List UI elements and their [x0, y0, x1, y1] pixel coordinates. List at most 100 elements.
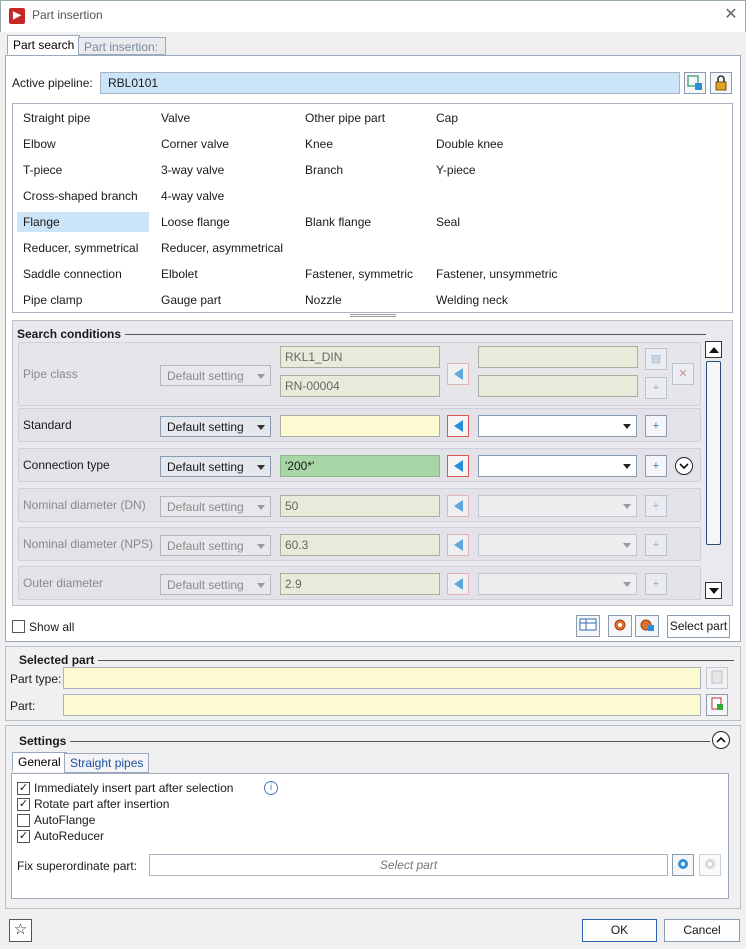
transfer-arrow-button[interactable] — [447, 363, 469, 385]
category-item[interactable]: Loose flange — [155, 212, 236, 232]
mode-dropdown[interactable]: Default setting — [160, 496, 271, 517]
condition-value-field[interactable]: 50 — [280, 495, 440, 517]
category-item[interactable]: Welding neck — [430, 290, 514, 310]
add-condition-icon[interactable]: + — [645, 455, 667, 477]
mode-dropdown-label: Default setting — [167, 369, 244, 383]
setting-checkbox[interactable]: ✓ — [17, 782, 30, 795]
condition-value-field[interactable]: 2.9 — [280, 573, 440, 595]
category-item[interactable]: Branch — [299, 160, 349, 180]
category-item[interactable]: Reducer, symmetrical — [17, 238, 144, 258]
add-condition-icon[interactable]: + — [645, 415, 667, 437]
pick-part-icon[interactable] — [672, 854, 694, 876]
category-item[interactable]: Flange — [17, 212, 149, 232]
splitter-handle[interactable] — [350, 314, 396, 317]
category-item[interactable]: Seal — [430, 212, 466, 232]
tab-straight-pipes[interactable]: Straight pipes — [64, 753, 150, 773]
mode-dropdown[interactable]: Default setting — [160, 365, 271, 386]
category-item[interactable]: Cross-shaped branch — [17, 186, 144, 206]
collapse-icon[interactable] — [712, 731, 730, 749]
category-item[interactable]: Fastener, unsymmetric — [430, 264, 563, 284]
setting-checkbox[interactable]: ✓ — [17, 798, 30, 811]
category-item[interactable]: Elbow — [17, 134, 62, 154]
part-type-browse-icon[interactable] — [706, 667, 728, 689]
category-item[interactable]: 3-way valve — [155, 160, 230, 180]
category-list: Straight pipe Valve Other pipe part Cap Elbo… — [12, 103, 733, 313]
mode-dropdown[interactable]: Default setting — [160, 535, 271, 556]
table-view-icon[interactable] — [576, 615, 600, 637]
scroll-thumb[interactable] — [706, 361, 721, 545]
add-condition-icon[interactable]: + — [645, 534, 667, 556]
setting-checkbox[interactable]: ✓ — [17, 830, 30, 843]
condition-select[interactable] — [478, 495, 637, 517]
expand-icon[interactable] — [675, 457, 693, 475]
favorite-star-icon[interactable]: ☆ — [9, 919, 32, 942]
category-item[interactable]: Blank flange — [299, 212, 377, 232]
tab-general[interactable]: General — [12, 752, 67, 772]
lock-icon[interactable] — [710, 72, 732, 94]
active-pipeline-field[interactable]: RBL0101 — [100, 72, 680, 94]
category-item[interactable]: Straight pipe — [17, 108, 96, 128]
delete-icon[interactable]: ✕ — [672, 363, 694, 385]
part-filter-icon[interactable] — [635, 615, 659, 637]
select-part-button[interactable]: Select part — [667, 615, 730, 638]
pipeline-add-icon[interactable] — [684, 72, 706, 94]
condition-select[interactable] — [478, 534, 637, 556]
condition-select[interactable] — [478, 455, 637, 477]
transfer-arrow-button[interactable] — [447, 495, 469, 517]
part-settings-icon[interactable] — [608, 615, 632, 637]
search-row-label: Pipe class — [23, 367, 78, 381]
mode-dropdown[interactable]: Default setting — [160, 416, 271, 437]
chevron-down-icon — [623, 424, 631, 429]
clear-part-icon[interactable] — [699, 854, 721, 876]
add-condition-icon[interactable]: + — [645, 377, 667, 399]
category-item[interactable]: Other pipe part — [299, 108, 391, 128]
transfer-arrow-button[interactable] — [447, 573, 469, 595]
category-item[interactable]: Y-piece — [430, 160, 482, 180]
category-item[interactable]: Gauge part — [155, 290, 227, 310]
category-item[interactable]: Corner valve — [155, 134, 235, 154]
show-all-label: Show all — [29, 620, 75, 634]
category-item[interactable]: Elbolet — [155, 264, 204, 284]
category-item[interactable]: Cap — [430, 108, 464, 128]
mode-dropdown[interactable]: Default setting — [160, 574, 271, 595]
ok-button[interactable]: OK — [582, 919, 657, 942]
cancel-button[interactable]: Cancel — [664, 919, 740, 942]
show-all-checkbox[interactable] — [12, 620, 25, 633]
tab-part-insertion[interactable]: Part insertion: — [78, 37, 166, 55]
document-icon[interactable]: ▤ — [645, 348, 667, 370]
category-item[interactable]: Double knee — [430, 134, 509, 154]
category-item[interactable]: Fastener, symmetric — [299, 264, 419, 284]
title-bar — [0, 0, 746, 32]
condition-select[interactable] — [478, 415, 637, 437]
category-item[interactable]: Saddle connection — [17, 264, 128, 284]
category-item[interactable]: 4-way valve — [155, 186, 230, 206]
setting-checkbox[interactable] — [17, 814, 30, 827]
mode-dropdown-label: Default setting — [167, 578, 244, 592]
category-item[interactable]: Nozzle — [299, 290, 348, 310]
transfer-arrow-button[interactable] — [447, 455, 469, 477]
fix-superordinate-field[interactable]: Select part — [149, 854, 668, 876]
transfer-arrow-button[interactable] — [447, 415, 469, 437]
search-row: Connection type Default setting '200*' + — [18, 448, 701, 482]
search-scrollbar[interactable] — [705, 341, 722, 599]
category-item[interactable]: Valve — [155, 108, 196, 128]
scroll-up-button[interactable] — [705, 341, 722, 358]
tab-part-search[interactable]: Part search — [7, 35, 81, 55]
condition-value-field[interactable]: '200*' — [280, 455, 440, 477]
category-item[interactable]: T-piece — [17, 160, 68, 180]
add-condition-icon[interactable]: + — [645, 495, 667, 517]
condition-value-field[interactable] — [280, 415, 440, 437]
scroll-down-button[interactable] — [705, 582, 722, 599]
transfer-arrow-button[interactable] — [447, 534, 469, 556]
info-icon[interactable]: i — [264, 781, 278, 795]
add-condition-icon[interactable]: + — [645, 573, 667, 595]
mode-dropdown[interactable]: Default setting — [160, 456, 271, 477]
category-item[interactable]: Pipe clamp — [17, 290, 88, 310]
part-add-icon[interactable] — [706, 694, 728, 716]
condition-value-field[interactable]: 60.3 — [280, 534, 440, 556]
category-item[interactable]: Reducer, asymmetrical — [155, 238, 289, 258]
condition-select[interactable] — [478, 573, 637, 595]
category-item[interactable]: Knee — [299, 134, 339, 154]
close-icon[interactable]: ✕ — [721, 5, 741, 25]
part-type-label: Part type: — [10, 672, 62, 686]
